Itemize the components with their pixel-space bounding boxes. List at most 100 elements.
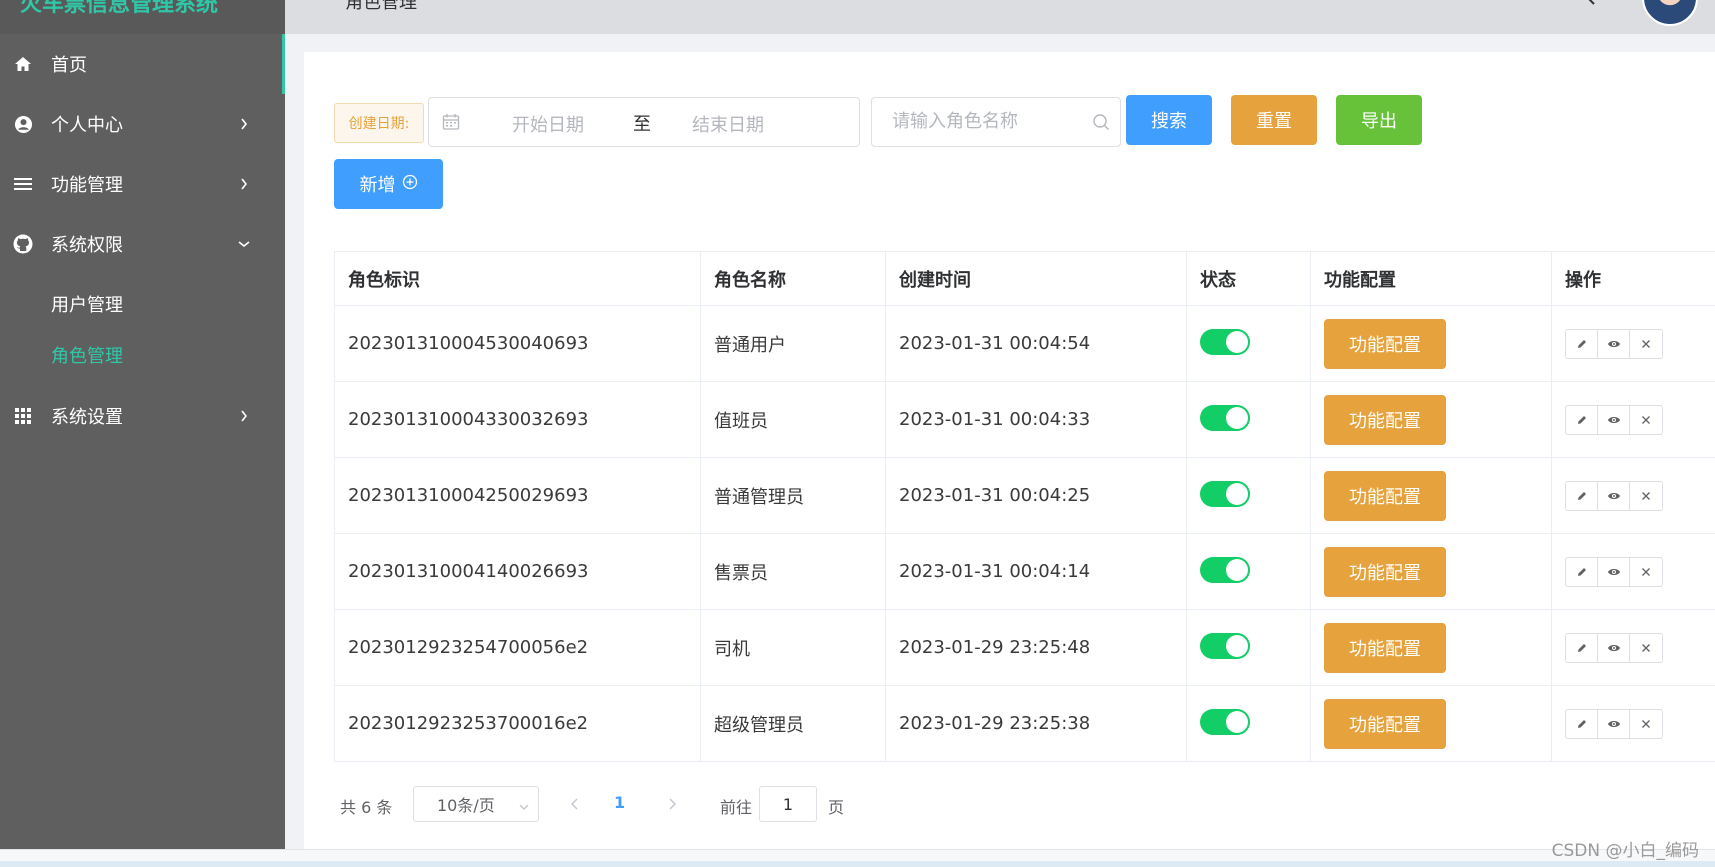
sidebar-item-profile[interactable]: 个人中心	[0, 94, 285, 154]
sidebar-item-user-management[interactable]: 用户管理	[0, 278, 285, 329]
search-icon[interactable]	[1092, 113, 1110, 131]
next-page-icon[interactable]	[665, 796, 679, 810]
page-size-value: 10条/页	[437, 796, 495, 815]
role-name-input[interactable]	[892, 98, 1092, 144]
page-size-select[interactable]: 10条/页	[413, 786, 539, 822]
roles-table: 角色标识 角色名称 创建时间 状态 功能配置 操作 20230131000453…	[334, 251, 1715, 762]
delete-icon[interactable]	[1630, 406, 1662, 434]
row-actions	[1565, 556, 1663, 587]
config-cell: 功能配置	[1311, 458, 1552, 533]
start-date-input[interactable]: 开始日期	[512, 111, 584, 137]
status-toggle[interactable]	[1200, 556, 1250, 583]
actions-cell	[1552, 610, 1715, 685]
goto-page-input[interactable]	[759, 786, 817, 822]
row-actions	[1565, 632, 1663, 663]
role-name-cell: 普通管理员	[701, 458, 886, 533]
function-config-button[interactable]: 功能配置	[1324, 622, 1446, 673]
home-icon	[12, 53, 34, 75]
role-name-cell: 售票员	[701, 534, 886, 609]
edit-icon[interactable]	[1566, 329, 1598, 358]
config-cell: 功能配置	[1311, 306, 1552, 381]
reset-button[interactable]: 重置	[1231, 95, 1317, 145]
created-time-cell: 2023-01-31 00:04:14	[886, 534, 1187, 609]
avatar[interactable]	[1642, 0, 1698, 26]
edit-icon[interactable]	[1566, 481, 1598, 510]
export-button[interactable]: 导出	[1336, 95, 1422, 145]
function-config-button[interactable]: 功能配置	[1324, 470, 1446, 521]
chevron-right-icon	[237, 117, 251, 131]
status-cell	[1187, 382, 1311, 457]
toggle-knob	[1226, 406, 1248, 429]
edit-icon[interactable]	[1566, 633, 1598, 662]
function-config-button[interactable]: 功能配置	[1324, 318, 1446, 369]
table-body: 202301310004530040693 普通用户 2023-01-31 00:0…	[335, 306, 1715, 762]
sidebar-item-system-settings[interactable]: 系统设置	[0, 386, 285, 446]
config-cell: 功能配置	[1311, 382, 1552, 457]
chevron-down-icon	[237, 237, 251, 251]
delete-icon[interactable]	[1630, 558, 1662, 586]
role-name-cell: 司机	[701, 610, 886, 685]
chevron-right-icon	[237, 409, 251, 423]
sidebar-item-label: 角色管理	[51, 345, 123, 367]
actions-cell	[1552, 382, 1715, 457]
end-date-input[interactable]: 结束日期	[692, 111, 764, 137]
sidebar-submenu-permissions: 用户管理 角色管理	[0, 274, 285, 386]
row-actions	[1565, 480, 1663, 511]
function-config-button[interactable]: 功能配置	[1324, 698, 1446, 749]
edit-icon[interactable]	[1566, 709, 1598, 738]
table-row: 202301310004140026693 售票员 2023-01-31 00:04…	[335, 534, 1715, 610]
function-config-button[interactable]: 功能配置	[1324, 546, 1446, 597]
role-id-cell: 202301310004250029693	[335, 458, 701, 533]
status-toggle[interactable]	[1200, 404, 1250, 431]
status-toggle[interactable]	[1200, 328, 1250, 355]
notification-icon[interactable]	[1581, 0, 1597, 6]
edit-icon[interactable]	[1566, 405, 1598, 434]
goto-suffix: 页	[828, 798, 845, 817]
status-toggle[interactable]	[1200, 480, 1250, 507]
sidebar-item-system-permissions[interactable]: 系统权限	[0, 214, 285, 274]
table-row: 202301310004250029693 普通管理员 2023-01-31 00:…	[335, 458, 1715, 534]
view-icon[interactable]	[1598, 709, 1630, 738]
sidebar-item-home[interactable]: 首页	[0, 34, 285, 94]
status-toggle[interactable]	[1200, 632, 1250, 659]
table-header-row: 角色标识 角色名称 创建时间 状态 功能配置 操作	[335, 252, 1715, 306]
chevron-down-icon	[518, 798, 530, 810]
row-actions	[1565, 404, 1663, 435]
search-button[interactable]: 搜索	[1126, 95, 1212, 145]
sidebar-item-role-management[interactable]: 角色管理	[0, 329, 285, 380]
view-icon[interactable]	[1598, 329, 1630, 358]
column-header-actions: 操作	[1565, 269, 1601, 291]
table-row: 2023012923254700056e2 司机 2023-01-29 23:25:…	[335, 610, 1715, 686]
toggle-knob	[1226, 482, 1248, 505]
column-header-created-time: 创建时间	[886, 252, 1187, 305]
date-range-picker[interactable]: 开始日期 至 结束日期	[428, 97, 860, 147]
delete-icon[interactable]	[1630, 710, 1662, 738]
add-button[interactable]: 新增	[334, 159, 443, 209]
view-icon[interactable]	[1598, 405, 1630, 434]
page-number-current[interactable]: 1	[614, 793, 625, 812]
config-cell: 功能配置	[1311, 610, 1552, 685]
row-actions	[1565, 328, 1663, 359]
pagination-total: 共 6 条	[340, 798, 393, 817]
delete-icon[interactable]	[1630, 634, 1662, 662]
sidebar-item-label: 个人中心	[51, 115, 123, 136]
role-id-cell: 2023012923254700056e2	[335, 610, 701, 685]
delete-icon[interactable]	[1630, 482, 1662, 510]
created-time-cell: 2023-01-31 00:04:25	[886, 458, 1187, 533]
status-cell	[1187, 686, 1311, 761]
view-icon[interactable]	[1598, 557, 1630, 586]
status-toggle[interactable]	[1200, 708, 1250, 735]
goto-label: 前往	[720, 798, 753, 817]
date-filter-label: 创建日期:	[334, 103, 424, 143]
view-icon[interactable]	[1598, 633, 1630, 662]
view-icon[interactable]	[1598, 481, 1630, 510]
created-time-cell: 2023-01-31 00:04:54	[886, 306, 1187, 381]
created-time-cell: 2023-01-29 23:25:38	[886, 686, 1187, 761]
prev-page-icon[interactable]	[568, 796, 582, 810]
delete-icon[interactable]	[1630, 330, 1662, 358]
role-name-cell: 普通用户	[701, 306, 886, 381]
function-config-button[interactable]: 功能配置	[1324, 394, 1446, 445]
status-cell	[1187, 610, 1311, 685]
edit-icon[interactable]	[1566, 557, 1598, 586]
sidebar-item-function-management[interactable]: 功能管理	[0, 154, 285, 214]
